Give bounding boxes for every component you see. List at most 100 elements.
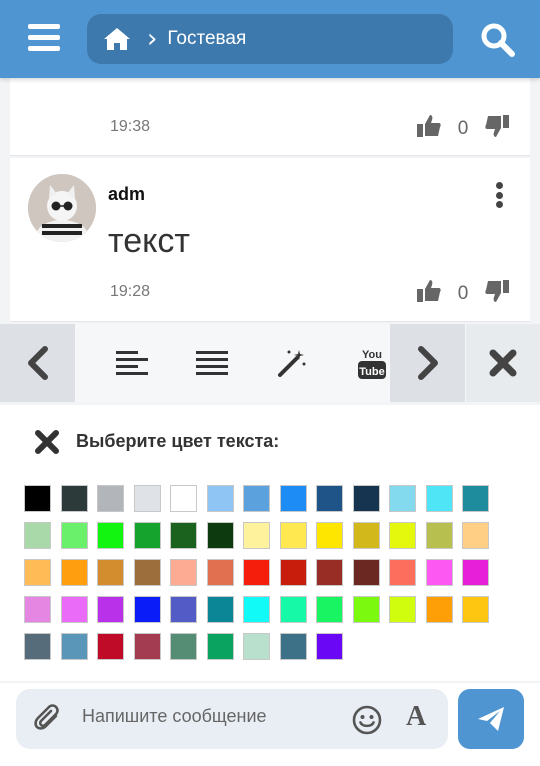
close-icon[interactable]	[34, 429, 60, 460]
magic-wand-icon[interactable]	[260, 324, 324, 402]
post-time: 19:28	[110, 283, 151, 300]
close-icon[interactable]	[466, 324, 540, 402]
color-swatch[interactable]	[316, 633, 343, 660]
color-swatch[interactable]	[24, 596, 51, 623]
thumbs-down-icon[interactable]	[484, 278, 510, 309]
like-count: 0	[457, 117, 469, 139]
color-swatch[interactable]	[352, 485, 380, 512]
chevron-right-icon[interactable]	[390, 324, 465, 402]
color-swatch[interactable]	[60, 633, 88, 660]
color-swatch[interactable]	[24, 559, 51, 586]
color-swatch[interactable]	[206, 522, 234, 549]
color-swatch[interactable]	[279, 596, 307, 623]
thumbs-up-icon[interactable]	[416, 113, 442, 144]
color-swatch[interactable]	[462, 559, 489, 586]
color-swatch[interactable]	[316, 522, 343, 549]
color-swatch[interactable]	[425, 522, 453, 549]
color-swatch[interactable]	[133, 633, 161, 660]
message-input[interactable]	[82, 706, 342, 727]
like-count: 0	[457, 282, 469, 304]
color-swatch[interactable]	[97, 522, 124, 549]
color-swatch[interactable]	[425, 559, 453, 586]
color-swatch[interactable]	[170, 559, 197, 586]
color-swatch[interactable]	[352, 596, 380, 623]
color-swatch[interactable]	[60, 559, 88, 586]
color-swatch[interactable]	[133, 559, 161, 586]
color-swatch[interactable]	[352, 522, 380, 549]
smiley-icon[interactable]	[352, 705, 382, 740]
panel-title: Выберите цвет текста:	[76, 431, 280, 451]
color-swatch[interactable]	[243, 522, 270, 549]
color-swatch[interactable]	[60, 522, 88, 549]
formatting-toolbar: You Tube	[0, 324, 540, 402]
color-swatch[interactable]	[389, 596, 416, 623]
youtube-text-bottom: Tube	[359, 366, 384, 378]
color-swatch[interactable]	[279, 522, 307, 549]
color-swatch[interactable]	[170, 485, 197, 512]
message-composer: A	[0, 683, 540, 766]
color-swatch[interactable]	[24, 485, 51, 512]
color-swatch[interactable]	[243, 596, 270, 623]
avatar[interactable]	[28, 174, 96, 242]
color-swatch[interactable]	[206, 633, 234, 660]
hamburger-menu-icon[interactable]	[28, 24, 60, 52]
color-swatch[interactable]	[279, 485, 307, 512]
color-swatch[interactable]	[97, 633, 124, 660]
color-swatch[interactable]	[170, 633, 197, 660]
color-swatch[interactable]	[133, 485, 161, 512]
message-input-box: A	[16, 689, 448, 749]
color-swatch[interactable]	[60, 596, 88, 623]
color-swatch[interactable]	[206, 596, 234, 623]
color-swatch[interactable]	[97, 559, 124, 586]
thumbs-down-icon[interactable]	[484, 113, 510, 144]
color-swatch[interactable]	[170, 596, 197, 623]
color-swatch[interactable]	[97, 485, 124, 512]
color-swatch[interactable]	[425, 485, 453, 512]
vote-group: 0	[416, 278, 510, 309]
color-swatch[interactable]	[389, 485, 416, 512]
color-swatch[interactable]	[462, 522, 489, 549]
breadcrumb-current[interactable]: Гостевая	[167, 28, 246, 50]
text-color-panel: Выберите цвет текста:	[0, 405, 540, 681]
color-swatch[interactable]	[462, 485, 489, 512]
color-swatch[interactable]	[279, 633, 307, 660]
breadcrumb: › Гостевая	[87, 14, 453, 64]
color-swatch[interactable]	[243, 633, 270, 660]
color-swatch[interactable]	[243, 485, 270, 512]
color-swatch[interactable]	[243, 559, 270, 586]
chevron-left-icon[interactable]	[0, 324, 75, 402]
thumbs-up-icon[interactable]	[416, 278, 442, 309]
color-swatch[interactable]	[279, 559, 307, 586]
home-icon[interactable]	[103, 26, 133, 52]
color-swatch[interactable]	[206, 559, 234, 586]
color-swatch[interactable]	[389, 559, 416, 586]
search-icon[interactable]	[480, 22, 516, 58]
top-header: › Гостевая	[0, 0, 540, 78]
chevron-right-icon: ›	[147, 24, 158, 54]
color-swatch[interactable]	[389, 522, 416, 549]
send-button[interactable]	[458, 689, 524, 749]
paperclip-icon[interactable]	[34, 704, 64, 739]
color-swatch[interactable]	[462, 596, 489, 623]
post-author[interactable]: adm	[108, 184, 145, 205]
color-swatch[interactable]	[352, 559, 380, 586]
color-swatch[interactable]	[425, 596, 453, 623]
youtube-text-top: You	[362, 349, 382, 361]
color-swatch[interactable]	[316, 485, 343, 512]
more-options-icon[interactable]	[496, 182, 504, 208]
color-swatch[interactable]	[60, 485, 88, 512]
color-swatch[interactable]	[24, 633, 51, 660]
color-swatch[interactable]	[24, 522, 51, 549]
align-justify-icon[interactable]	[180, 324, 244, 402]
color-swatch[interactable]	[133, 596, 161, 623]
color-swatch[interactable]	[316, 559, 343, 586]
align-left-icon[interactable]	[100, 324, 164, 402]
color-swatch[interactable]	[170, 522, 197, 549]
color-swatch[interactable]	[133, 522, 161, 549]
color-swatch[interactable]	[97, 596, 124, 623]
color-swatch[interactable]	[316, 596, 343, 623]
post-message: текст	[108, 222, 190, 260]
list-item: adm текст 19:28 0	[10, 158, 530, 322]
color-swatch[interactable]	[206, 485, 234, 512]
font-format-icon[interactable]: A	[406, 701, 426, 733]
